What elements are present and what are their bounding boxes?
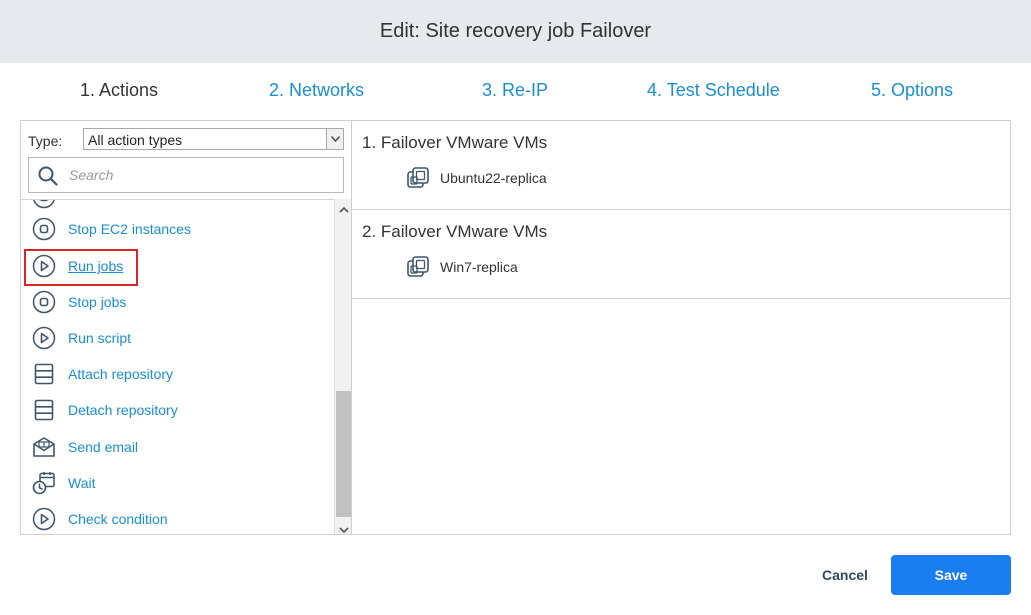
action-label: Wait [68,475,96,491]
action-label: Run jobs [68,258,124,274]
wait-clock-icon [32,471,56,495]
repository-icon [32,398,56,422]
email-icon [32,435,56,459]
step-options[interactable]: 5. Options [871,80,953,101]
action-item-partial[interactable] [21,200,334,212]
action-label: Attach repository [68,366,174,382]
action-palette: Type: All action types Stop EC2 instance… [20,120,352,535]
play-circle-icon [32,254,56,278]
action-item-stop-ec2-instances[interactable]: Stop EC2 instances [21,214,334,244]
play-circle-icon [32,507,56,531]
job-action-block[interactable]: 1. Failover VMware VMs Ubuntu22-replica [352,121,1010,210]
type-select[interactable]: All action types [83,128,344,150]
chevron-down-icon[interactable] [326,129,343,149]
step-actions[interactable]: 1. Actions [80,80,158,101]
action-list: Stop EC2 instances Run jobs Stop jobs Ru… [21,199,334,534]
type-select-value: All action types [88,132,183,148]
dialog-header: Edit: Site recovery job Failover [0,0,1031,63]
step-re-ip[interactable]: 3. Re-IP [482,80,548,101]
action-item-run-script[interactable]: Run script [21,323,334,353]
action-label: Stop jobs [68,294,127,310]
search-box[interactable] [28,157,344,193]
search-input[interactable] [69,164,337,186]
action-label: Stop EC2 instances [68,221,191,237]
job-action-title: 1. Failover VMware VMs [362,133,548,152]
action-list-scrollbar[interactable] [334,199,352,534]
job-action-title: 2. Failover VMware VMs [362,222,548,241]
type-filter-row: Type: All action types [21,121,352,155]
action-item-wait[interactable]: Wait [21,468,334,498]
cancel-button[interactable]: Cancel [806,556,884,594]
play-circle-icon [32,326,56,350]
save-button[interactable]: Save [891,555,1011,595]
scroll-up-icon[interactable] [338,202,350,213]
search-icon [37,165,59,187]
step-networks[interactable]: 2. Networks [269,80,364,101]
action-item-attach-repository[interactable]: Attach repository [21,359,334,389]
repository-icon [32,362,56,386]
vm-replica-icon [406,166,430,190]
dialog-title: Edit: Site recovery job Failover [379,20,652,42]
action-label: Run script [68,330,132,346]
stop-circle-icon [32,290,56,314]
action-label: Detach repository [68,402,178,418]
step-test-schedule[interactable]: 4. Test Schedule [647,80,780,101]
job-actions-panel: 1. Failover VMware VMs Ubuntu22-replica … [351,120,1011,535]
action-label: Check condition [68,511,168,527]
vm-name: Ubuntu22-replica [440,170,547,186]
vm-replica-icon [406,255,430,279]
wizard-steps: 1. Actions 2. Networks 3. Re-IP 4. Test … [0,63,1031,119]
job-action-block[interactable]: 2. Failover VMware VMs Win7-replica [352,210,1010,299]
vm-name: Win7-replica [440,259,518,275]
action-item-stop-jobs[interactable]: Stop jobs [21,287,334,317]
scroll-thumb[interactable] [336,391,352,517]
action-item-send-email[interactable]: Send email [21,432,334,462]
action-item-detach-repository[interactable]: Detach repository [21,395,334,425]
action-label: Send email [68,439,139,455]
type-label: Type: [28,133,63,149]
stop-circle-icon [32,200,56,209]
action-item-check-condition[interactable]: Check condition [21,504,334,534]
stop-circle-icon [32,217,56,241]
scroll-down-icon[interactable] [338,522,350,534]
action-item-run-jobs[interactable]: Run jobs [21,251,334,281]
